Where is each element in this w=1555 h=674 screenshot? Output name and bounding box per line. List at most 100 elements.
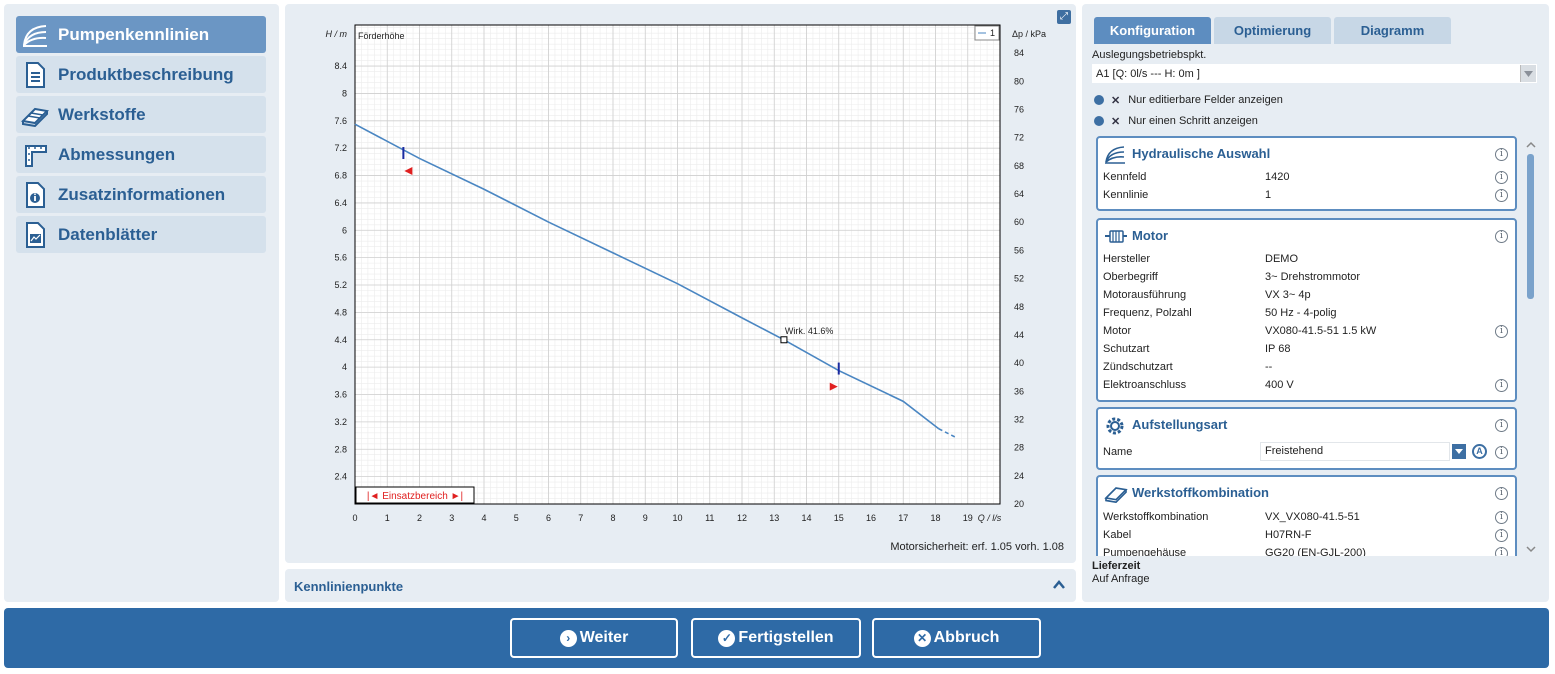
toggle-dot-icon <box>1094 116 1104 126</box>
y2-tick-label: 76 <box>1014 105 1024 115</box>
y-tick-label: 6 <box>342 225 347 235</box>
gear-icon <box>1104 415 1126 435</box>
cancel-button[interactable]: ✕ Abbruch <box>872 618 1041 658</box>
curve-icon <box>1104 144 1126 164</box>
cross-icon: ✕ <box>1111 94 1121 107</box>
x-tick-label: 18 <box>930 513 940 523</box>
nav-item-label: Datenblätter <box>58 224 158 244</box>
section-title: Motor <box>1132 228 1169 243</box>
row-label: Frequenz, Polzahl <box>1103 307 1192 319</box>
nav-item-zusatzinformationen[interactable]: Zusatzinformationen <box>16 176 266 213</box>
tab-optimierung[interactable]: Optimierung <box>1214 17 1331 44</box>
configuration-panel: Konfiguration Optimierung Diagramm Ausle… <box>1082 4 1549 602</box>
y-tick-label: 4.8 <box>334 307 347 317</box>
info-icon[interactable]: i <box>1495 511 1508 524</box>
efficiency-label: Wirk. 41.6% <box>785 326 834 336</box>
chevron-up-icon[interactable] <box>1052 578 1066 592</box>
x-tick-label: 1 <box>385 513 390 523</box>
x-tick-label: 4 <box>481 513 486 523</box>
row-value: GG20 (EN-GJL-200) <box>1265 547 1366 556</box>
y-tick-label: 2.4 <box>334 472 347 482</box>
y-tick-label: 5.6 <box>334 253 347 263</box>
row-label: Motor <box>1103 325 1132 337</box>
y-tick-label: 4 <box>342 362 347 372</box>
row-label: Hersteller <box>1103 253 1151 265</box>
row-value: 3~ Drehstrommotor <box>1265 271 1361 283</box>
curve-points-panel[interactable]: Kennlinienpunkte <box>285 569 1076 602</box>
y2-axis-title: Δp / kPa <box>1012 29 1046 39</box>
row-value: H07RN-F <box>1265 529 1312 541</box>
nav-item-label: Werkstoffe <box>58 104 146 124</box>
row-value: -- <box>1265 361 1273 373</box>
info-icon[interactable]: i <box>1495 189 1508 202</box>
design-point-select[interactable]: A1 [Q: 0l/s --- H: 0m ] <box>1092 64 1537 83</box>
x-tick-label: 14 <box>801 513 811 523</box>
info-icon[interactable]: i <box>1495 325 1508 338</box>
y2-tick-label: 28 <box>1014 443 1024 453</box>
chart-panel: 0 1 2 3 4 5 6 7 8 9 10 11 12 13 14 15 16 17 18 19 Q / l/s 2.4… <box>285 4 1076 563</box>
nav-item-werkstoffe[interactable]: Werkstoffe <box>16 96 266 133</box>
dropdown-arrow-icon[interactable] <box>1452 444 1466 459</box>
y2-tick-label: 64 <box>1014 189 1024 199</box>
scroll-down-icon[interactable] <box>1525 543 1537 555</box>
sections-scrollbar[interactable] <box>1525 139 1537 555</box>
x-tick-label: 11 <box>705 513 714 523</box>
finish-button[interactable]: ✓ Fertigstellen <box>691 618 861 658</box>
y2-tick-label: 44 <box>1014 330 1024 340</box>
pump-curve-chart[interactable]: 0 1 2 3 4 5 6 7 8 9 10 11 12 13 14 15 16 17 18 19 Q / l/s 2.4… <box>285 4 1076 534</box>
y-tick-label: 2.8 <box>334 444 347 454</box>
row-label: Pumpengehäuse <box>1103 547 1187 556</box>
pump-curve-chart-svg: 0 1 2 3 4 5 6 7 8 9 10 11 12 13 14 15 16 17 18 19 Q / l/s2.4… <box>326 24 1046 523</box>
info-icon[interactable]: i <box>1495 148 1508 161</box>
dropdown-arrow-icon[interactable] <box>1520 65 1536 82</box>
option-label: Nur editierbare Felder anzeigen <box>1128 94 1283 106</box>
info-icon[interactable]: i <box>1495 379 1508 392</box>
y-tick-label: 8 <box>342 88 347 98</box>
legend-entry: 1 <box>990 28 995 38</box>
installation-type-select[interactable]: Freistehend <box>1260 442 1450 461</box>
tab-diagramm[interactable]: Diagramm <box>1334 17 1451 44</box>
nav-item-label: Zusatzinformationen <box>58 184 226 204</box>
x-tick-label: 2 <box>417 513 422 523</box>
tab-konfiguration[interactable]: Konfiguration <box>1094 17 1211 44</box>
info-icon[interactable]: i <box>1495 230 1508 243</box>
design-point-label: Auslegungsbetriebspkt. <box>1092 49 1207 61</box>
check-icon: ✓ <box>718 629 736 647</box>
x-tick-label: 13 <box>769 513 779 523</box>
next-button[interactable]: › Weiter <box>510 618 678 658</box>
materials-icon <box>1104 483 1128 504</box>
info-icon[interactable]: i <box>1495 529 1508 542</box>
nav-item-datenblaetter[interactable]: Datenblätter <box>16 216 266 253</box>
y2-tick-label: 36 <box>1014 386 1024 396</box>
option-editable-fields[interactable]: ✕ Nur editierbare Felder anzeigen <box>1094 92 1283 108</box>
expand-icon[interactable]: ⤢ <box>1057 10 1071 24</box>
y2-tick-label: 80 <box>1014 76 1024 86</box>
option-single-step[interactable]: ✕ Nur einen Schritt anzeigen <box>1094 113 1258 129</box>
row-label: Kennfeld <box>1103 171 1147 183</box>
range-label: |◄ Einsatzbereich ►| <box>367 491 463 502</box>
x-tick-label: 5 <box>514 513 519 523</box>
y2-tick-label: 20 <box>1014 499 1024 509</box>
button-label: Fertigstellen <box>738 629 834 646</box>
info-icon[interactable]: i <box>1495 446 1508 459</box>
close-icon: ✕ <box>913 629 931 647</box>
document-icon <box>20 60 50 90</box>
info-icon[interactable]: i <box>1495 547 1508 556</box>
section-title: Werkstoffkombination <box>1132 485 1269 500</box>
info-icon[interactable]: i <box>1495 419 1508 432</box>
series-label: Förderhöhe <box>358 31 405 41</box>
info-icon[interactable]: i <box>1495 487 1508 500</box>
scroll-up-icon[interactable] <box>1525 139 1537 151</box>
scroll-thumb[interactable] <box>1527 154 1534 299</box>
y2-tick-label: 40 <box>1014 358 1024 368</box>
left-navigation: Pumpenkennlinien Produktbeschreibung Wer… <box>4 4 279 602</box>
nav-item-label: Abmessungen <box>58 144 176 164</box>
datasheet-icon <box>20 220 50 250</box>
info-icon[interactable]: i <box>1495 171 1508 184</box>
nav-item-abmessungen[interactable]: Abmessungen <box>16 136 266 173</box>
nav-item-pumpenkennlinien[interactable]: Pumpenkennlinien <box>16 16 266 53</box>
auto-icon[interactable]: A <box>1472 444 1487 459</box>
y-tick-label: 4.4 <box>334 335 347 345</box>
info-document-icon <box>20 180 50 210</box>
nav-item-produktbeschreibung[interactable]: Produktbeschreibung <box>16 56 266 93</box>
